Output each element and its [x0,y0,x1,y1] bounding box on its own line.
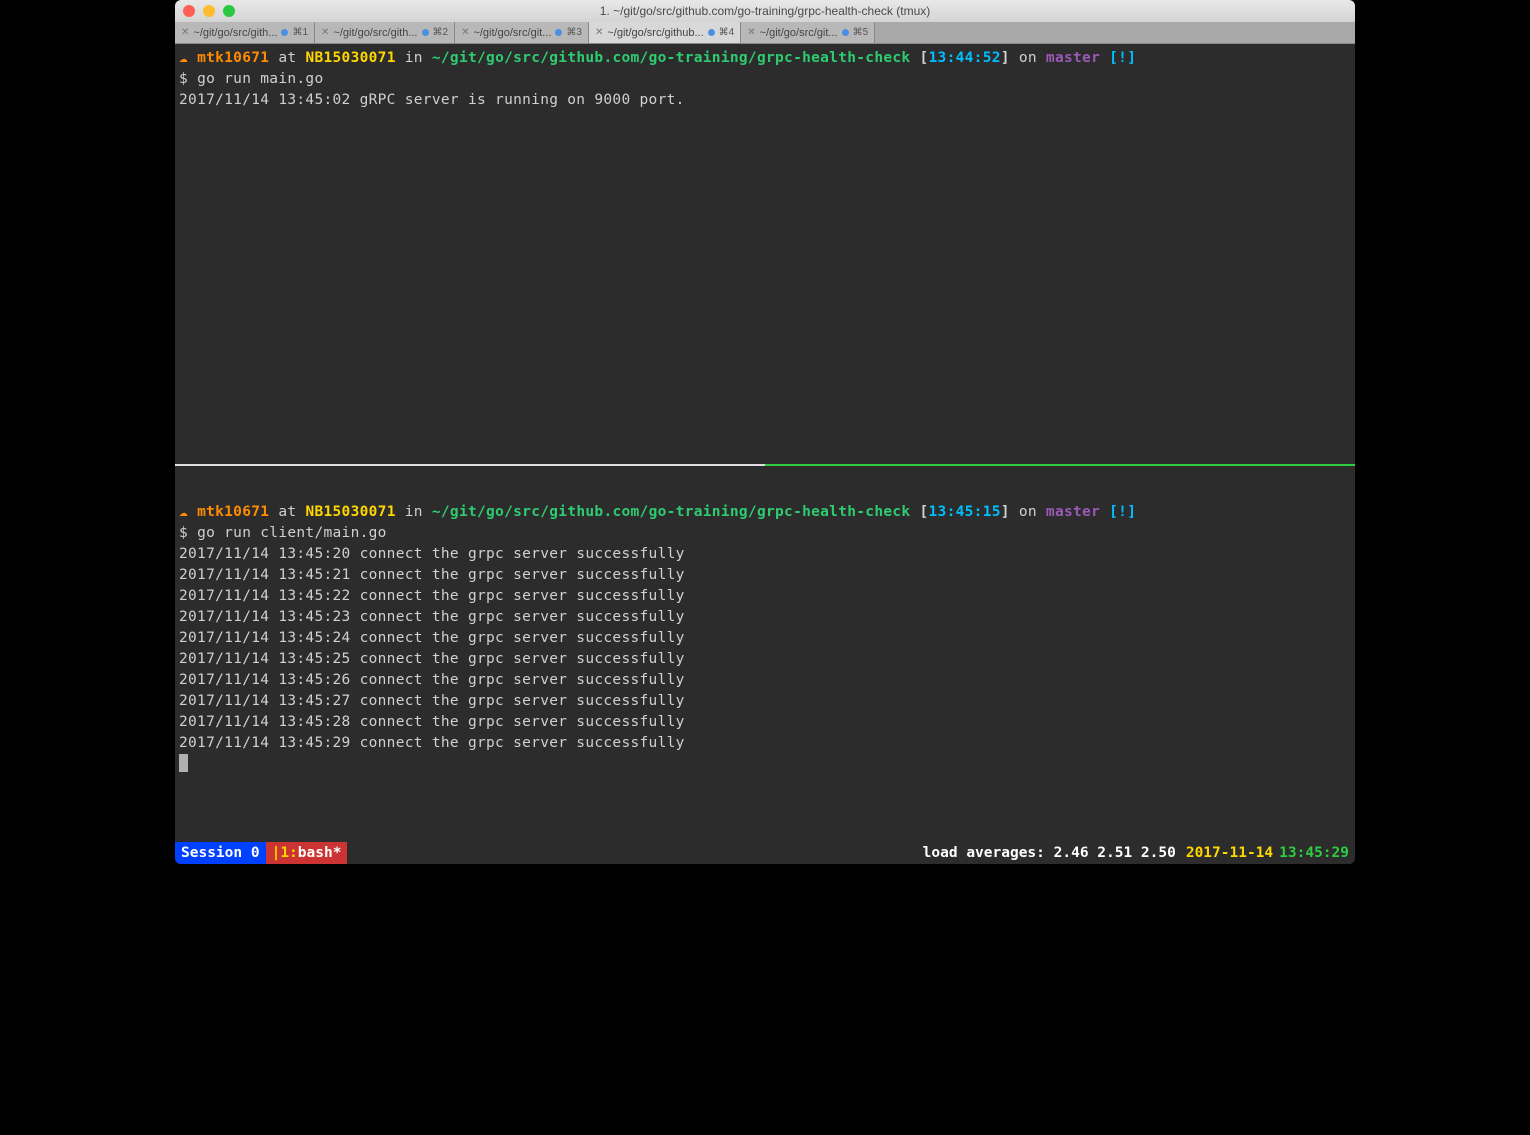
tab-shortcut: ⌘5 [853,27,869,38]
cloud-icon: ☁ [179,50,188,66]
prompt-user: mtk10671 [197,504,269,520]
minimize-button[interactable] [203,5,215,17]
log-line: 2017/11/14 13:45:25 connect the grpc ser… [179,649,1351,670]
modified-dot-icon [555,29,562,36]
prompt-path: ~/git/go/src/github.com/go-training/grpc… [432,50,911,66]
tmux-statusbar: Session 0 |1:bash* load averages: 2.46 2… [175,842,1355,864]
window-title: 1. ~/git/go/src/github.com/go-training/g… [600,4,930,18]
bracket-open: [ [919,504,928,520]
tab-bar: ✕ ~/git/go/src/gith... ⌘1 ✕ ~/git/go/src/git… [175,22,1355,44]
prompt-in: in [405,50,423,66]
bracket-close: ] [1001,504,1010,520]
log-line: 2017/11/14 13:45:22 connect the grpc ser… [179,586,1351,607]
prompt-dollar: $ [179,525,197,541]
prompt-line: ☁ mtk10671 at NB15030071 in ~/git/go/src… [179,48,1351,69]
tab-shortcut: ⌘2 [433,27,449,38]
log-line: 2017/11/14 13:45:21 connect the grpc ser… [179,565,1351,586]
modified-dot-icon [842,29,849,36]
status-window[interactable]: |1:bash* [266,842,348,864]
tab-label: ~/git/go/src/github... [607,27,703,39]
tab-4[interactable]: ✕ ~/git/go/src/github... ⌘4 [589,22,741,43]
close-icon[interactable]: ✕ [747,27,755,38]
tab-1[interactable]: ✕ ~/git/go/src/gith... ⌘1 [175,22,315,43]
log-line: 2017/11/14 13:45:23 connect the grpc ser… [179,607,1351,628]
status-window-name: bash* [298,845,342,861]
bracket-open: [ [919,50,928,66]
prompt-on: on [1019,504,1037,520]
status-session[interactable]: Session 0 [175,842,266,864]
tab-shortcut: ⌘4 [719,27,735,38]
load-label: load averages: [923,845,1045,861]
close-icon[interactable]: ✕ [321,27,329,38]
tab-label: ~/git/go/src/git... [760,27,838,39]
load-values: 2.46 2.51 2.50 [1054,845,1176,861]
titlebar[interactable]: 1. ~/git/go/src/github.com/go-training/g… [175,0,1355,22]
terminal-body[interactable]: ☁ mtk10671 at NB15030071 in ~/git/go/src… [175,44,1355,864]
log-line: 2017/11/14 13:45:26 connect the grpc ser… [179,670,1351,691]
cursor [179,754,1351,775]
prompt-flag: [!] [1109,504,1136,520]
tab-shortcut: ⌘1 [292,27,308,38]
tmux-pane-top[interactable]: ☁ mtk10671 at NB15030071 in ~/git/go/src… [175,44,1355,464]
bracket-close: ] [1001,50,1010,66]
log-line: 2017/11/14 13:45:24 connect the grpc ser… [179,628,1351,649]
prompt-on: on [1019,50,1037,66]
terminal-window: 1. ~/git/go/src/github.com/go-training/g… [175,0,1355,864]
prompt-host: NB15030071 [305,50,395,66]
log-line: 2017/11/14 13:45:02 gRPC server is runni… [179,90,1351,111]
status-load: load averages: 2.46 2.51 2.50 [923,845,1186,861]
output-bottom: 2017/11/14 13:45:20 connect the grpc ser… [179,544,1351,754]
tab-label: ~/git/go/src/gith... [193,27,277,39]
maximize-button[interactable] [223,5,235,17]
prompt-at: at [278,50,296,66]
modified-dot-icon [422,29,429,36]
tab-label: ~/git/go/src/git... [473,27,551,39]
close-icon[interactable]: ✕ [461,27,469,38]
command-line: $ go run client/main.go [179,523,1351,544]
modified-dot-icon [281,29,288,36]
log-line: 2017/11/14 13:45:20 connect the grpc ser… [179,544,1351,565]
close-button[interactable] [183,5,195,17]
prompt-at: at [278,504,296,520]
prompt-branch: master [1046,504,1100,520]
log-line: 2017/11/14 13:45:27 connect the grpc ser… [179,691,1351,712]
tab-3[interactable]: ✕ ~/git/go/src/git... ⌘3 [455,22,589,43]
prompt-path: ~/git/go/src/github.com/go-training/grpc… [432,504,911,520]
log-line: 2017/11/14 13:45:29 connect the grpc ser… [179,733,1351,754]
command-text: go run main.go [197,71,323,87]
prompt-time: 13:44:52 [929,50,1001,66]
output-top: 2017/11/14 13:45:02 gRPC server is runni… [179,90,1351,111]
modified-dot-icon [708,29,715,36]
command-text: go run client/main.go [197,525,387,541]
tab-shortcut: ⌘3 [566,27,582,38]
cloud-icon: ☁ [179,504,188,520]
status-date: 2017-11-14 [1186,845,1279,861]
prompt-user: mtk10671 [197,50,269,66]
traffic-lights [183,5,235,17]
command-line: $ go run main.go [179,69,1351,90]
prompt-branch: master [1046,50,1100,66]
tmux-pane-bottom[interactable]: ☁ mtk10671 at NB15030071 in ~/git/go/src… [175,466,1355,842]
status-window-index: 1: [280,845,297,861]
prompt-time: 13:45:15 [929,504,1001,520]
tab-5[interactable]: ✕ ~/git/go/src/git... ⌘5 [741,22,875,43]
status-time: 13:45:29 [1279,845,1355,861]
close-icon[interactable]: ✕ [181,27,189,38]
prompt-line: ☁ mtk10671 at NB15030071 in ~/git/go/src… [179,502,1351,523]
prompt-in: in [405,504,423,520]
tab-2[interactable]: ✕ ~/git/go/src/gith... ⌘2 [315,22,455,43]
close-icon[interactable]: ✕ [595,27,603,38]
tab-label: ~/git/go/src/gith... [333,27,417,39]
prompt-flag: [!] [1109,50,1136,66]
status-pipe: | [272,845,281,861]
prompt-host: NB15030071 [305,504,395,520]
log-line: 2017/11/14 13:45:28 connect the grpc ser… [179,712,1351,733]
prompt-dollar: $ [179,71,197,87]
